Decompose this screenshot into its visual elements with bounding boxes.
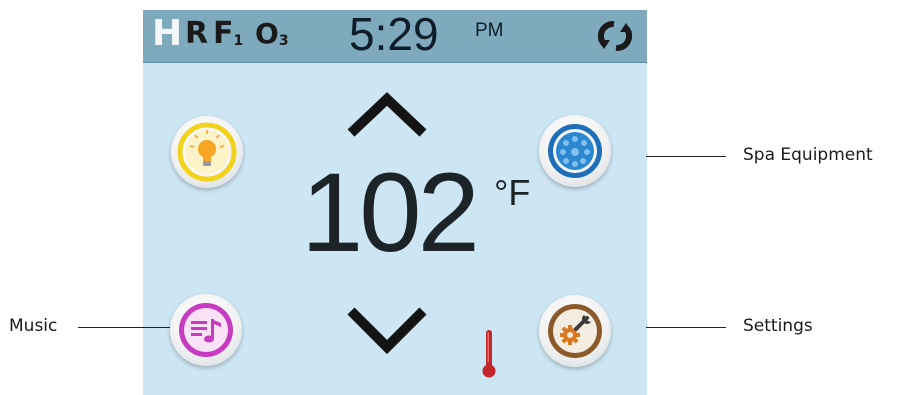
music-callout-line <box>78 327 170 328</box>
filter-cycle-indicator: F1 <box>213 19 243 49</box>
sync-icon[interactable] <box>595 18 635 54</box>
thermometer-icon <box>482 330 496 378</box>
filter-indicator-number: 1 <box>233 33 244 49</box>
status-bar: H R F1 O3 5:29 PM <box>143 10 647 63</box>
filter-indicator-letter: F <box>213 16 234 51</box>
settings-button[interactable] <box>539 295 611 367</box>
light-button[interactable] <box>171 116 243 188</box>
ready-mode-indicator: R <box>185 16 209 51</box>
music-label: Music <box>9 316 58 336</box>
clock-time[interactable]: 5:29 <box>349 11 439 57</box>
light-bulb-icon <box>177 122 237 182</box>
music-icon <box>179 303 233 357</box>
temperature-value: 102 <box>301 150 480 275</box>
temperature-down-button[interactable] <box>344 305 430 355</box>
spa-equipment-callout-line <box>646 156 726 157</box>
temperature-up-button[interactable] <box>344 91 430 139</box>
jets-icon <box>548 124 602 178</box>
clock-ampm: PM <box>475 20 504 41</box>
ozone-indicator-letter: O <box>255 17 279 50</box>
ozone-indicator: O3 <box>255 17 289 50</box>
heater-indicator: H <box>152 13 183 54</box>
settings-callout-line <box>646 327 726 328</box>
settings-label: Settings <box>743 316 813 336</box>
spa-control-screen: H R F1 O3 5:29 PM 102 °F <box>143 10 647 395</box>
spa-equipment-button[interactable] <box>539 115 611 187</box>
music-button[interactable] <box>170 294 242 366</box>
ozone-indicator-number: 3 <box>278 33 289 49</box>
temperature-unit: °F <box>494 172 531 213</box>
spa-equipment-label: Spa Equipment <box>743 145 873 165</box>
settings-icon <box>548 304 602 358</box>
